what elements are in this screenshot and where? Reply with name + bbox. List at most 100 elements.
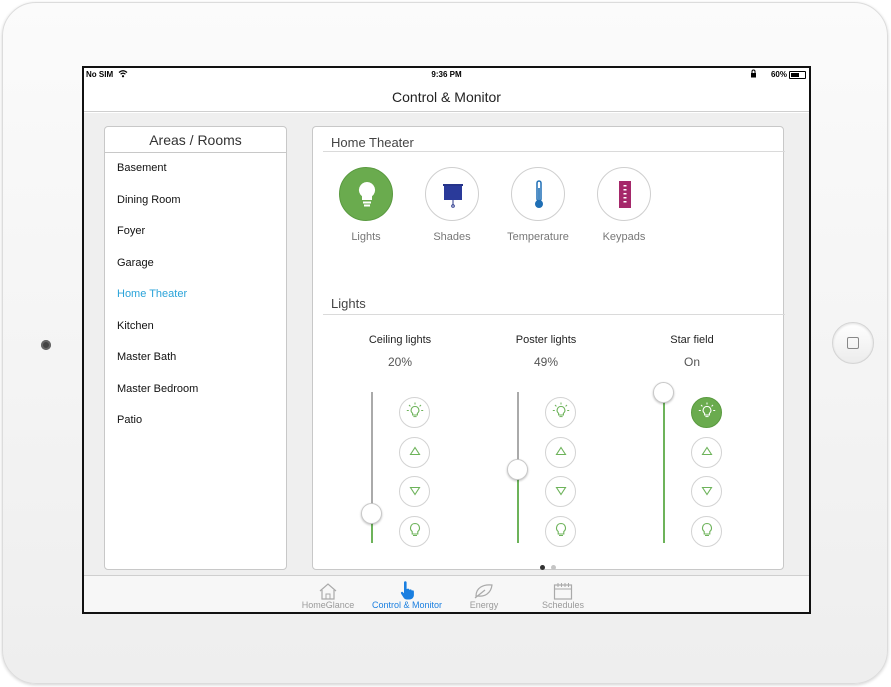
slider-knob[interactable] — [507, 459, 528, 480]
light-column-star-field: Star field On — [622, 334, 762, 369]
light-off-button[interactable] — [399, 515, 430, 547]
page-title: Control & Monitor — [392, 89, 501, 105]
category-label: Shades — [433, 231, 471, 243]
sidebar-item-dining-room[interactable]: Dining Room — [105, 185, 286, 217]
square-icon — [847, 337, 859, 349]
dimmer-slider[interactable] — [653, 382, 674, 543]
category-label: Keypads — [602, 231, 646, 243]
tab-label: Schedules — [541, 600, 585, 610]
sidebar-item-master-bath[interactable]: Master Bath — [105, 342, 286, 374]
battery-percent: 60% — [770, 70, 787, 79]
slider-fill — [517, 469, 519, 543]
camera — [41, 340, 51, 350]
home-button[interactable] — [832, 322, 874, 364]
lower-button[interactable] — [399, 476, 430, 507]
tab-bar: HomeGlance Control & Monitor Energy Sche… — [84, 575, 809, 612]
rooms-sidebar: Areas / Rooms Basement Dining Room Foyer Ga… — [104, 126, 287, 570]
tab-control-monitor[interactable]: Control & Monitor — [367, 580, 447, 610]
room-title: Home Theater — [331, 135, 414, 150]
category-shades[interactable]: Shades — [407, 167, 497, 243]
status-bar: No SIM 9:36 PM 60% — [84, 68, 809, 82]
light-off-button[interactable] — [545, 515, 576, 547]
room-list: Basement Dining Room Foyer Garage Home Theat… — [105, 153, 286, 437]
up-arrow-icon — [700, 445, 713, 459]
sidebar-item-garage[interactable]: Garage — [105, 248, 286, 280]
raise-button[interactable] — [545, 436, 576, 468]
category-lights[interactable]: Lights — [321, 167, 411, 243]
light-buttons — [399, 397, 430, 555]
light-level: On — [683, 355, 700, 369]
keypad-icon — [597, 167, 651, 221]
tab-schedules[interactable]: Schedules — [523, 580, 603, 610]
lower-button[interactable] — [545, 476, 576, 507]
status-time: 9:36 PM — [431, 70, 462, 79]
sidebar-item-kitchen[interactable]: Kitchen — [105, 311, 286, 343]
page-dot[interactable] — [540, 565, 545, 570]
sidebar-item-basement[interactable]: Basement — [105, 153, 286, 185]
battery-icon — [789, 71, 806, 79]
light-off-button[interactable] — [691, 515, 722, 547]
sidebar-item-foyer[interactable]: Foyer — [105, 216, 286, 248]
shades-icon — [425, 167, 479, 221]
light-level: 49% — [533, 355, 559, 369]
light-name: Star field — [670, 334, 714, 346]
slider-knob[interactable] — [653, 382, 674, 403]
light-column-ceiling-lights: Ceiling lights 20% — [330, 334, 470, 369]
dimmer-slider[interactable] — [361, 392, 382, 543]
down-arrow-icon — [700, 485, 713, 499]
bulb-on-icon — [406, 402, 424, 423]
tab-energy[interactable]: Energy — [444, 580, 524, 610]
sidebar-item-patio[interactable]: Patio — [105, 405, 286, 437]
light-on-button[interactable] — [545, 397, 576, 428]
hand-pointer-icon — [367, 580, 447, 600]
screen: No SIM 9:36 PM 60% Control & Monitor Are… — [82, 66, 811, 614]
light-on-button[interactable] — [691, 397, 722, 428]
lock-rotation-icon — [750, 69, 757, 80]
up-arrow-icon — [554, 445, 567, 459]
bulb-off-icon — [408, 522, 422, 541]
bulb-off-icon — [700, 522, 714, 541]
home-icon — [288, 580, 368, 600]
sidebar-item-home-theater[interactable]: Home Theater — [105, 279, 286, 311]
category-label: Temperature — [507, 231, 569, 243]
nav-bar: Control & Monitor — [84, 82, 809, 112]
tab-label: Control & Monitor — [371, 600, 443, 610]
light-buttons — [691, 397, 722, 555]
raise-button[interactable] — [399, 436, 430, 468]
category-label: Lights — [351, 231, 381, 243]
calendar-icon — [523, 580, 603, 600]
thermometer-icon — [511, 167, 565, 221]
down-arrow-icon — [554, 485, 567, 499]
light-on-button[interactable] — [399, 397, 430, 428]
section-title: Lights — [331, 296, 366, 311]
divider — [323, 151, 785, 152]
bulb-off-icon — [554, 522, 568, 541]
light-buttons — [545, 397, 576, 555]
bulb-icon — [339, 167, 393, 221]
light-name: Poster lights — [515, 334, 577, 346]
tab-label: HomeGlance — [301, 600, 355, 610]
bulb-on-icon — [698, 402, 716, 423]
page-dot[interactable] — [551, 565, 556, 570]
light-name: Ceiling lights — [368, 334, 432, 346]
sidebar-item-master-bedroom[interactable]: Master Bedroom — [105, 374, 286, 406]
room-panel: Home Theater Lights Shades Temperature K… — [312, 126, 785, 570]
down-arrow-icon — [408, 485, 421, 499]
page-indicator[interactable] — [313, 557, 783, 575]
tab-homeglance[interactable]: HomeGlance — [288, 580, 368, 610]
content-area: Areas / Rooms Basement Dining Room Foyer Ga… — [84, 113, 809, 575]
divider — [323, 314, 785, 315]
category-temperature[interactable]: Temperature — [493, 167, 583, 243]
dimmer-slider[interactable] — [507, 392, 528, 543]
up-arrow-icon — [408, 445, 421, 459]
slider-fill — [663, 392, 665, 543]
bulb-on-icon — [552, 402, 570, 423]
category-keypads[interactable]: Keypads — [579, 167, 669, 243]
light-level: 20% — [387, 355, 413, 369]
raise-button[interactable] — [691, 436, 722, 468]
sidebar-title: Areas / Rooms — [105, 127, 286, 153]
slider-knob[interactable] — [361, 502, 382, 524]
lower-button[interactable] — [691, 476, 722, 507]
energy-icon — [444, 580, 524, 600]
light-column-poster-lights: Poster lights 49% — [476, 334, 616, 369]
